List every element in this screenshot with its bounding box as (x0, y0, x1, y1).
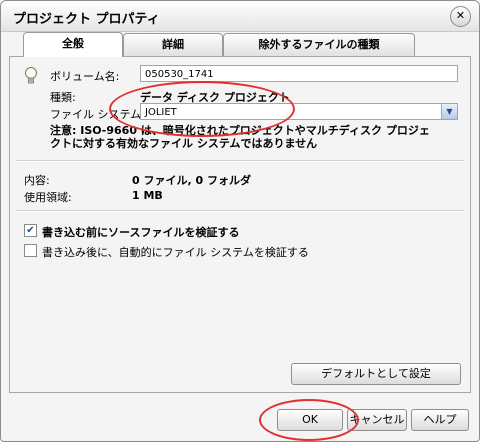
close-button[interactable]: ✕ (450, 6, 471, 27)
volume-name-label: ボリューム名: (50, 70, 120, 83)
file-system-label: ファイル システム: (50, 108, 145, 121)
file-system-value: JOLIET (145, 107, 177, 118)
file-system-dropdown[interactable]: JOLIET ▼ (140, 103, 458, 120)
project-properties-dialog: プロジェクト プロパティ ✕ 全般 詳細 除外するファイルの種類 ボリューム名:… (0, 0, 480, 442)
used-space-label: 使用領域: (24, 191, 72, 204)
auto-verify-label[interactable]: 書き込み後に、自動的にファイル システムを検証する (42, 244, 309, 260)
verify-source-label[interactable]: 書き込む前にソースファイルを検証する (42, 224, 239, 240)
ok-button[interactable]: OK (277, 409, 343, 431)
tab-excluded-file-types[interactable]: 除外するファイルの種類 (223, 33, 415, 56)
notice-text: 注意: ISO-9660 は、暗号化されたプロジェクトやマルチディスク プロジェ… (50, 124, 430, 150)
volume-name-input[interactable]: 050530_1741 (140, 65, 458, 82)
close-icon: ✕ (455, 9, 466, 22)
tab-general[interactable]: 全般 (23, 32, 123, 57)
type-label: 種類: (50, 91, 76, 104)
title-bar: プロジェクト プロパティ ✕ (1, 1, 479, 32)
contents-label: 内容: (24, 174, 50, 187)
chevron-down-icon[interactable]: ▼ (441, 104, 457, 119)
checkmark-icon: ✔ (26, 225, 35, 236)
set-as-default-button[interactable]: デフォルトとして設定 (291, 363, 461, 385)
auto-verify-checkbox[interactable] (24, 244, 37, 257)
divider (16, 160, 464, 162)
window-title: プロジェクト プロパティ (13, 12, 160, 27)
lightbulb-icon (25, 67, 37, 84)
help-button[interactable]: ヘルプ (411, 409, 469, 431)
contents-value: 0 ファイル, 0 フォルダ (132, 174, 251, 187)
tab-details[interactable]: 詳細 (123, 33, 223, 56)
verify-source-checkbox[interactable]: ✔ (24, 224, 37, 237)
cancel-button[interactable]: キャンセル (347, 409, 407, 431)
general-panel: ボリューム名: 050530_1741 種類: データ ディスク プロジェクト … (9, 56, 471, 393)
divider (16, 210, 464, 212)
used-space-value: 1 MB (132, 189, 163, 202)
